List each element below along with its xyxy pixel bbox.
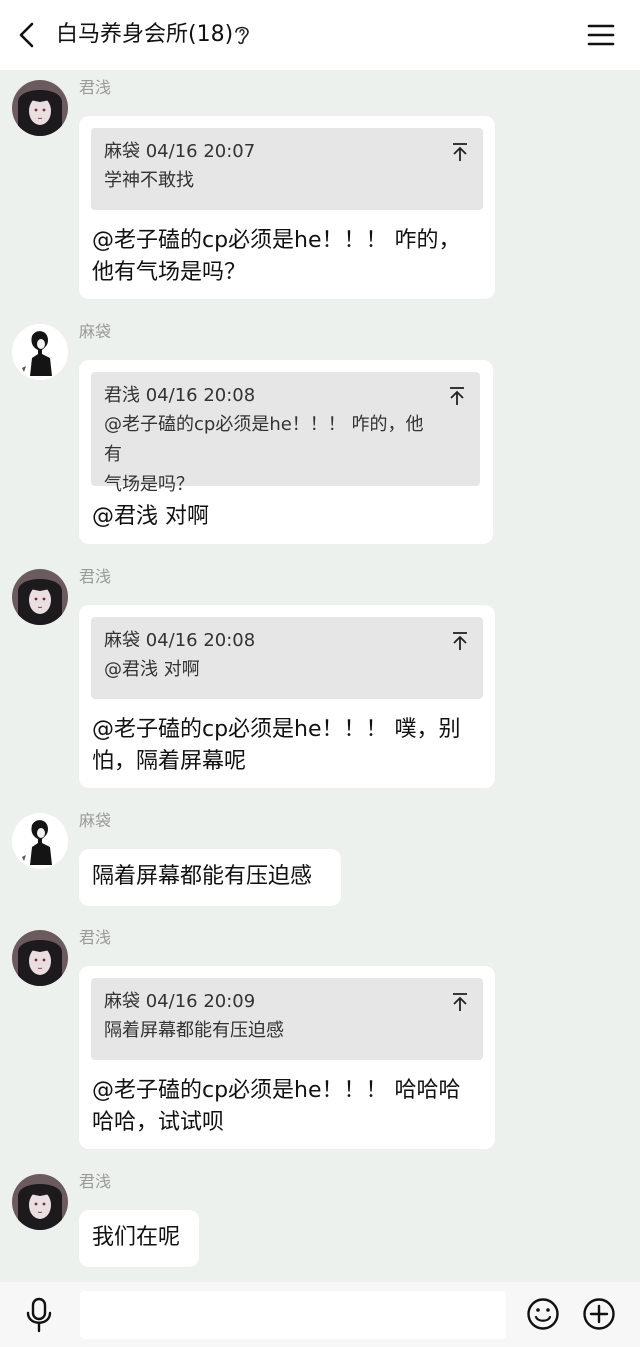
quoted-message[interactable]: 君浅 04/16 20:08 @老子磕的cp必须是he！！！ 咋的，他有 气场是… bbox=[91, 372, 480, 495]
message-text: @老子磕的cp必须是he！！！ 咋的， bbox=[92, 228, 461, 253]
message-bubble[interactable]: 隔着屏幕都能有压迫感 bbox=[79, 849, 341, 906]
avatar[interactable] bbox=[12, 1174, 68, 1230]
message-bubble[interactable]: 麻袋 04/16 20:08 @君浅 对啊 @老子磕的cp必须是he！！！ 噗，… bbox=[79, 605, 495, 788]
message-text: 怕，隔着屏幕呢 bbox=[92, 749, 247, 774]
quoted-message[interactable]: 麻袋 04/16 20:08 @君浅 对啊 bbox=[91, 617, 483, 699]
mic-icon[interactable] bbox=[22, 1296, 56, 1334]
quote-header: 麻袋 04/16 20:09 bbox=[104, 991, 256, 1012]
message-text: 哈哈，试试呗 bbox=[92, 1110, 225, 1135]
avatar[interactable] bbox=[12, 930, 68, 986]
sender-name: 麻袋 bbox=[79, 811, 112, 830]
sender-name: 君浅 bbox=[79, 78, 112, 97]
quote-header: 麻袋 04/16 20:07 bbox=[104, 141, 256, 162]
message-text: @君浅 对啊 bbox=[92, 504, 209, 529]
quote-text: @君浅 对啊 bbox=[104, 659, 200, 680]
avatar[interactable] bbox=[12, 80, 68, 136]
quote-text: 隔着屏幕都能有压迫感 bbox=[104, 1020, 284, 1041]
back-icon[interactable] bbox=[14, 20, 40, 50]
message-text: @老子磕的cp必须是he！！！ 噗，别 bbox=[92, 717, 461, 742]
sender-name: 君浅 bbox=[79, 928, 112, 947]
quote-top-icon[interactable] bbox=[451, 992, 469, 1012]
ear-icon[interactable] bbox=[232, 23, 252, 47]
quote-header: 麻袋 04/16 20:08 bbox=[104, 630, 256, 651]
sender-name: 麻袋 bbox=[79, 322, 112, 341]
quote-top-icon[interactable] bbox=[448, 386, 466, 406]
quote-text: @老子磕的cp必须是he！！！ 咋的，他有 bbox=[104, 414, 424, 465]
quote-text: 气场是吗？ bbox=[104, 474, 194, 495]
quote-text: 学神不敢找 bbox=[104, 170, 194, 191]
quote-top-icon[interactable] bbox=[451, 142, 469, 162]
message-text: @老子磕的cp必须是he！！！ 哈哈哈 bbox=[92, 1078, 461, 1103]
message-bubble[interactable]: 我们在呢 bbox=[79, 1210, 199, 1267]
message-bubble[interactable]: 麻袋 04/16 20:09 隔着屏幕都能有压迫感 @老子磕的cp必须是he！！… bbox=[79, 966, 495, 1149]
menu-icon[interactable] bbox=[586, 22, 616, 48]
message-text: 他有气场是吗？ bbox=[92, 260, 247, 285]
input-bar bbox=[0, 1282, 640, 1347]
quote-top-icon[interactable] bbox=[451, 631, 469, 651]
plus-icon[interactable] bbox=[582, 1297, 616, 1331]
message-text: 我们在呢 bbox=[92, 1225, 181, 1250]
avatar[interactable] bbox=[12, 813, 68, 869]
sender-name: 君浅 bbox=[79, 1172, 112, 1191]
avatar[interactable] bbox=[12, 324, 68, 380]
message-bubble[interactable]: 君浅 04/16 20:08 @老子磕的cp必须是he！！！ 咋的，他有 气场是… bbox=[79, 360, 493, 544]
sender-name: 君浅 bbox=[79, 567, 112, 586]
quoted-message[interactable]: 麻袋 04/16 20:07 学神不敢找 bbox=[91, 128, 483, 210]
quote-header: 君浅 04/16 20:08 bbox=[104, 385, 256, 406]
top-bar: 白马养身会所(18) bbox=[0, 0, 640, 70]
emoji-icon[interactable] bbox=[526, 1297, 560, 1331]
message-input[interactable] bbox=[80, 1291, 506, 1339]
chat-title: 白马养身会所(18) bbox=[56, 22, 234, 47]
quoted-message[interactable]: 麻袋 04/16 20:09 隔着屏幕都能有压迫感 bbox=[91, 978, 483, 1060]
message-text: 隔着屏幕都能有压迫感 bbox=[92, 864, 313, 889]
message-bubble[interactable]: 麻袋 04/16 20:07 学神不敢找 @老子磕的cp必须是he！！！ 咋的，… bbox=[79, 116, 495, 299]
avatar[interactable] bbox=[12, 569, 68, 625]
